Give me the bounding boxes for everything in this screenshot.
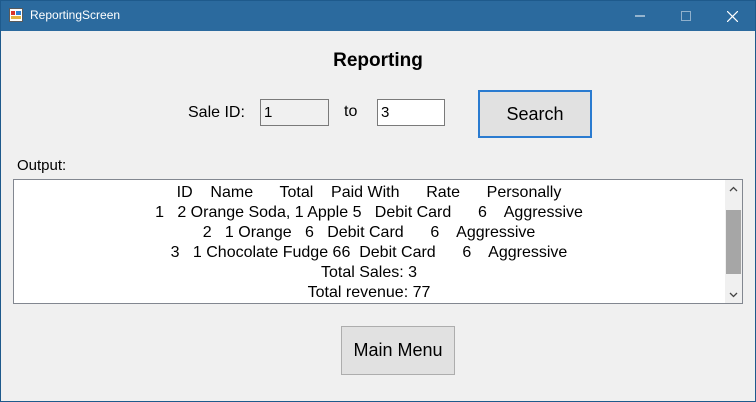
- output-line: 2 1 Orange 6 Debit Card 6 Aggressive: [202, 224, 536, 241]
- output-scrollbar[interactable]: [725, 180, 742, 303]
- output-line: 1 2 Orange Soda, 1 Apple 5 Debit Card 6 …: [155, 204, 583, 221]
- app-icon: [9, 8, 23, 22]
- close-button[interactable]: [709, 1, 755, 31]
- scroll-thumb[interactable]: [726, 210, 741, 274]
- chevron-up-icon: [729, 186, 738, 191]
- window-title: ReportingScreen: [30, 8, 121, 22]
- output-line: 3 1 Chocolate Fudge 66 Debit Card 6 Aggr…: [170, 244, 568, 261]
- sale-id-from-input[interactable]: [260, 99, 329, 126]
- minimize-button[interactable]: [617, 1, 663, 31]
- search-button[interactable]: Search: [478, 90, 592, 138]
- scroll-down-button[interactable]: [725, 286, 742, 303]
- close-icon: [726, 10, 738, 22]
- reporting-window: ReportingScreen Reporting Sale ID: to Se…: [0, 0, 756, 402]
- main-menu-button[interactable]: Main Menu: [341, 326, 455, 375]
- sale-id-label: Sale ID:: [188, 104, 245, 121]
- output-textbox[interactable]: ID Name Total Paid With Rate Personally …: [13, 179, 743, 304]
- minimize-icon: [635, 15, 645, 17]
- output-line: Total Sales: 3: [320, 264, 418, 281]
- to-label: to: [344, 103, 358, 120]
- title-bar: ReportingScreen: [1, 1, 755, 31]
- chevron-down-icon: [729, 292, 738, 297]
- maximize-icon: [681, 11, 691, 21]
- page-heading: Reporting: [333, 50, 423, 71]
- maximize-button[interactable]: [663, 1, 709, 31]
- output-line: ID Name Total Paid With Rate Personally: [176, 184, 562, 201]
- output-lines: ID Name Total Paid With Rate Personally …: [14, 183, 724, 303]
- output-label: Output:: [17, 157, 67, 174]
- output-line: Total revenue: 77: [307, 284, 431, 301]
- scroll-up-button[interactable]: [725, 180, 742, 197]
- sale-id-to-input[interactable]: [377, 99, 445, 126]
